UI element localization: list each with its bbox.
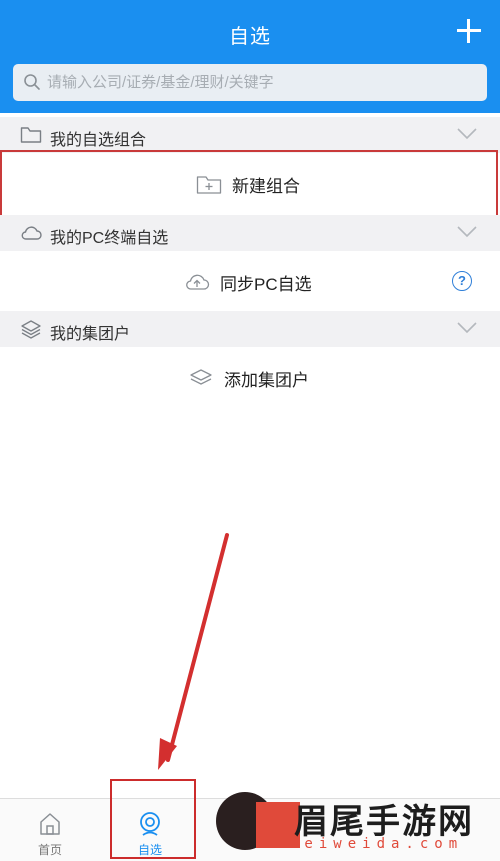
sync-pc-row[interactable]: 同步PC自选 ? (0, 251, 500, 313)
section-title-group: 我的集团户 (50, 326, 131, 343)
cloud-upload-icon (186, 274, 210, 290)
help-icon[interactable]: ? (452, 271, 472, 291)
sync-pc-button[interactable]: 同步PC自选 (220, 270, 312, 295)
layers-icon (190, 369, 212, 385)
home-icon (40, 813, 60, 835)
page-title: 自选 (229, 26, 271, 48)
search-bar[interactable] (13, 64, 487, 101)
watermark-url: meiweida.com (290, 836, 464, 852)
tab-home-label: 首页 (37, 843, 62, 857)
tab-annotation-box (110, 779, 196, 859)
chevron-down-icon[interactable] (456, 126, 478, 142)
search-icon (24, 74, 40, 90)
chevron-down-icon[interactable] (456, 320, 478, 336)
section-header-pc[interactable]: 我的PC终端自选 (0, 215, 500, 251)
section-header-group[interactable]: 我的集团户 (0, 311, 500, 347)
layers-icon (21, 320, 41, 339)
add-group-row[interactable]: 添加集团户 (0, 347, 500, 409)
plus-icon[interactable] (454, 16, 484, 46)
top-bar: 自选 (0, 0, 500, 113)
annotation-box (0, 150, 498, 218)
section-header-portfolio[interactable]: 我的自选组合 (0, 117, 500, 153)
watermark: 眉尾手游网 meiweida.com (210, 792, 500, 861)
cloud-icon (21, 226, 42, 240)
section-title-pc: 我的PC终端自选 (50, 230, 169, 247)
search-input[interactable] (47, 64, 477, 101)
add-group-button[interactable]: 添加集团户 (224, 366, 309, 391)
section-title-portfolio: 我的自选组合 (50, 132, 147, 149)
chevron-down-icon[interactable] (456, 224, 478, 240)
folder-icon (20, 127, 42, 143)
tab-home[interactable]: 首页 (0, 799, 100, 861)
